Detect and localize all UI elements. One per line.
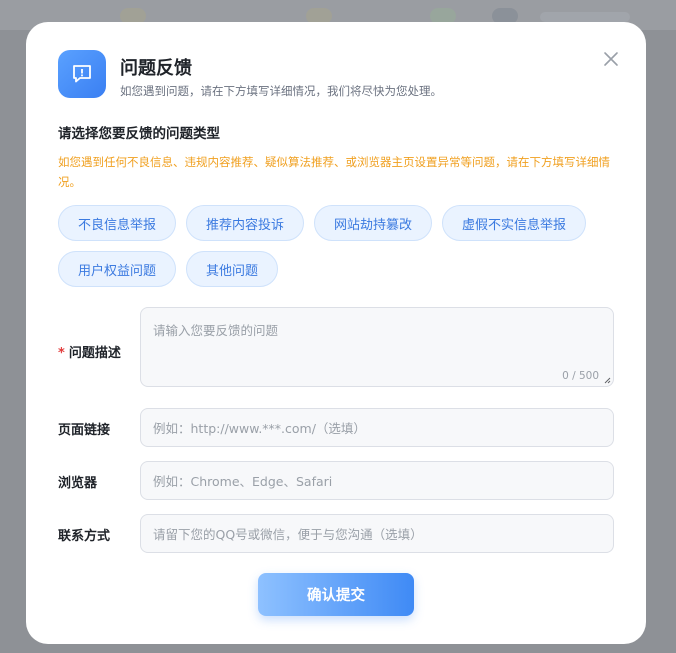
character-counter: 0 / 500 xyxy=(562,370,599,382)
category-heading: 请选择您要反馈的问题类型 xyxy=(58,126,220,142)
resize-handle-icon[interactable] xyxy=(603,376,611,384)
page-link-label: 页面链接 xyxy=(58,423,111,438)
required-mark: * xyxy=(58,346,65,361)
category-notice: 如您遇到任何不良信息、违规内容推荐、疑似算法推荐、或浏览器主页设置异常等问题，请… xyxy=(58,155,610,189)
page-link-placeholder: 例如：http://www.***.com/（选填） xyxy=(153,421,366,436)
category-option-bad-info[interactable]: 不良信息举报 xyxy=(58,205,177,241)
contact-input[interactable]: 请留下您的QQ号或微信，便于与您沟通（选填） xyxy=(140,514,614,553)
browser-input[interactable]: 例如：Chrome、Edge、Safari xyxy=(140,461,614,500)
category-option-user-rights[interactable]: 用户权益问题 xyxy=(58,251,177,287)
description-textarea[interactable]: 请输入您要反馈的问题 0 / 500 xyxy=(140,307,614,387)
description-label-text: 问题描述 xyxy=(68,346,121,361)
close-button[interactable] xyxy=(600,48,622,70)
backdrop-blob xyxy=(540,12,630,22)
dialog-subtitle: 如您遇到问题，请在下方填写详细情况，我们将尽快为您处理。 xyxy=(120,84,442,98)
browser-label: 浏览器 xyxy=(58,476,98,491)
close-icon xyxy=(604,52,618,66)
feedback-message-icon xyxy=(58,50,106,98)
category-option-false-info[interactable]: 虚假不实信息举报 xyxy=(442,205,587,241)
category-option-recommend-complaint[interactable]: 推荐内容投诉 xyxy=(186,205,305,241)
category-options: 不良信息举报 推荐内容投诉 网站劫持篡改 虚假不实信息举报 用户权益问题 其他问… xyxy=(58,205,618,287)
dialog-title: 问题反馈 xyxy=(120,58,192,79)
description-placeholder: 请输入您要反馈的问题 xyxy=(153,323,279,338)
description-label: * 问题描述 xyxy=(58,342,121,361)
submit-button[interactable]: 确认提交 xyxy=(258,573,414,616)
browser-placeholder: 例如：Chrome、Edge、Safari xyxy=(153,474,333,489)
category-option-other[interactable]: 其他问题 xyxy=(186,251,279,287)
page-link-input[interactable]: 例如：http://www.***.com/（选填） xyxy=(140,408,614,447)
feedback-dialog: 问题反馈 如您遇到问题，请在下方填写详细情况，我们将尽快为您处理。 请选择您要反… xyxy=(26,22,646,644)
category-option-site-hijack[interactable]: 网站劫持篡改 xyxy=(314,205,433,241)
contact-placeholder: 请留下您的QQ号或微信，便于与您沟通（选填） xyxy=(153,527,423,542)
contact-label: 联系方式 xyxy=(58,529,111,544)
